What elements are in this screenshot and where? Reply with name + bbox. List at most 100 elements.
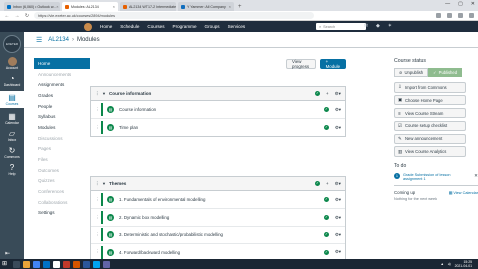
item-settings-icon[interactable]: ⚙▾ <box>335 197 341 203</box>
dismiss-icon[interactable]: ✕ <box>474 173 478 179</box>
course-nav-item[interactable]: Modules <box>34 122 90 133</box>
close-tab-icon[interactable]: × <box>229 4 231 9</box>
mail-icon[interactable]: ✉ <box>364 23 368 29</box>
app-icon[interactable] <box>63 260 70 268</box>
published-check-icon[interactable]: ✓ <box>323 107 329 113</box>
course-nav-item[interactable]: People <box>34 101 90 112</box>
item-settings-icon[interactable]: ⚙▾ <box>335 107 341 113</box>
item-settings-icon[interactable]: ⚙▾ <box>335 215 341 221</box>
module-item-title[interactable]: 3. Deterministic and stochastic/probabil… <box>119 232 223 237</box>
global-nav-account[interactable]: Account <box>0 57 24 70</box>
exeter-logo[interactable]: EXETER <box>3 35 21 53</box>
close-window-button[interactable]: ✕ <box>471 1 475 7</box>
browser-tab[interactable]: Modules: AL2134 × <box>62 2 118 11</box>
sidebar-button[interactable]: ≡ View Course Stream <box>394 107 466 119</box>
breadcrumb-course-link[interactable]: AL2134 <box>48 37 69 43</box>
item-settings-icon[interactable]: ⚙▾ <box>335 125 341 131</box>
drag-handle-icon[interactable]: ⋮ <box>95 181 100 187</box>
reload-icon[interactable]: ↻ <box>24 13 30 19</box>
notification-icon[interactable]: ◆ <box>376 23 380 29</box>
topnav-schedule[interactable]: Schedule <box>120 24 139 29</box>
drag-handle-icon[interactable]: ⋮ <box>95 107 100 113</box>
view-calendar-link[interactable]: ▦ View Calendar <box>449 190 478 195</box>
published-check-icon[interactable]: ✓ <box>314 181 320 186</box>
published-check-icon[interactable]: ✓ <box>323 249 329 255</box>
topnav-courses[interactable]: Courses <box>147 24 164 29</box>
todo-text[interactable]: Grade Submission of lesson assignment 1 <box>403 173 463 181</box>
module-item-title[interactable]: Course information <box>119 107 156 112</box>
sidebar-button[interactable]: ✎ New announcement <box>394 133 466 145</box>
drag-handle-icon[interactable]: ⋮ <box>95 197 100 203</box>
add-module-button[interactable]: + Module <box>319 59 346 69</box>
global-nav-commons[interactable]: ↻ Commons <box>0 146 24 159</box>
module-item[interactable]: ⋮ ▤ Course information ✓ ⚙▾ <box>91 101 345 118</box>
published-check-icon[interactable]: ✓ <box>323 232 329 238</box>
module-header[interactable]: ⋮ ▼ Themes ✓ + ⚙▾ <box>91 177 345 191</box>
file-explorer-icon[interactable] <box>23 260 30 268</box>
topnav-home[interactable]: Home <box>100 24 112 29</box>
topnav-programme[interactable]: Programme <box>173 24 197 29</box>
teams-icon[interactable] <box>103 260 110 268</box>
course-nav-item[interactable]: Outcomes <box>34 165 90 176</box>
module-settings-icon[interactable]: ⚙▾ <box>335 91 341 97</box>
published-check-icon[interactable]: ✓ <box>314 91 320 96</box>
drag-handle-icon[interactable]: ⋮ <box>95 232 100 238</box>
module-item[interactable]: ⋮ ▤ 2. Dynamic box modelling ✓ ⚙▾ <box>91 208 345 225</box>
drag-handle-icon[interactable]: ⋮ <box>95 91 100 97</box>
item-settings-icon[interactable]: ⚙▾ <box>335 232 341 238</box>
module-header[interactable]: ⋮ ▼ Course information ✓ + ⚙▾ <box>91 87 345 101</box>
published-check-icon[interactable]: ✓ <box>323 197 329 203</box>
course-nav-item[interactable]: Collaborations <box>34 197 90 208</box>
sidebar-button[interactable]: ▥ View Course Analytics <box>394 146 466 157</box>
topnav-groups[interactable]: Groups <box>205 24 220 29</box>
topnav-services[interactable]: Services <box>228 24 246 29</box>
drag-handle-icon[interactable]: ⋮ <box>95 215 100 221</box>
module-item-title[interactable]: 1. Fundamentals of environmental modelli… <box>119 197 205 202</box>
course-nav-item[interactable]: Grades <box>34 90 90 101</box>
view-progress-button[interactable]: View progress <box>286 59 316 69</box>
chrome-icon[interactable] <box>33 260 40 268</box>
module-item-title[interactable]: Time plan <box>119 125 138 130</box>
user-avatar[interactable] <box>84 22 92 31</box>
sidebar-button[interactable]: ⇩ Import from Commons <box>394 82 466 93</box>
course-nav-item[interactable]: Announcements <box>34 69 90 80</box>
global-nav-inbox[interactable]: ▱ Inbox <box>0 129 24 142</box>
course-nav-item[interactable]: Settings <box>34 208 90 219</box>
back-icon[interactable]: ← <box>4 13 10 19</box>
course-nav-item[interactable]: Files <box>34 154 90 165</box>
new-tab-button[interactable]: + <box>238 4 242 10</box>
bookmark-icon[interactable] <box>436 13 441 18</box>
drag-handle-icon[interactable]: ⋮ <box>95 125 100 131</box>
forward-icon[interactable]: → <box>14 13 20 19</box>
app-icon[interactable] <box>53 260 60 268</box>
unpublish-button[interactable]: ⊘ Unpublish <box>394 68 429 77</box>
sidebar-button[interactable]: ☑ Course setup checklist <box>394 120 466 132</box>
module-item-title[interactable]: 4. Forward/backward modelling <box>119 250 180 255</box>
module-item-title[interactable]: 2. Dynamic box modelling <box>119 215 169 220</box>
sidebar-button[interactable]: ▣ Choose Home Page <box>394 94 466 106</box>
global-nav-help[interactable]: ? Help <box>0 163 24 176</box>
browser-tab[interactable]: Inbox (6,060) • Outlook w... × <box>4 2 60 11</box>
app-icon[interactable] <box>73 260 80 268</box>
word-icon[interactable] <box>83 260 90 268</box>
course-menu-toggle-icon[interactable]: ☰ <box>36 36 42 44</box>
skype-icon[interactable] <box>93 260 100 268</box>
course-nav-item[interactable]: Syllabus <box>34 111 90 122</box>
extension-icon[interactable] <box>447 13 452 18</box>
collapse-triangle-icon[interactable]: ▼ <box>102 181 106 186</box>
module-item[interactable]: ⋮ ▤ 4. Forward/backward modelling ✓ ⚙▾ <box>91 243 345 260</box>
published-button[interactable]: ✓ Published <box>428 68 463 77</box>
url-field[interactable]: https://vle.exeter.ac.uk/courses/2894/mo… <box>34 12 314 19</box>
module-item[interactable]: ⋮ ▤ 3. Deterministic and stochastic/probab… <box>91 225 345 243</box>
global-nav-dashboard[interactable]: ◔ Dashboard <box>0 74 24 87</box>
course-nav-item[interactable]: Home <box>34 58 90 69</box>
course-nav-item[interactable]: Assignments <box>34 79 90 90</box>
collapse-triangle-icon[interactable]: ▼ <box>102 91 106 96</box>
course-nav-item[interactable]: Quizzes <box>34 176 90 187</box>
published-check-icon[interactable]: ✓ <box>323 125 329 131</box>
browser-tab[interactable]: AL2134 WT17-2 Intermediate...× <box>120 2 176 11</box>
close-tab-icon[interactable]: × <box>113 4 115 9</box>
maximize-button[interactable]: ▢ <box>458 1 463 7</box>
module-settings-icon[interactable]: ⚙▾ <box>335 181 341 187</box>
outlook-icon[interactable] <box>43 260 50 268</box>
